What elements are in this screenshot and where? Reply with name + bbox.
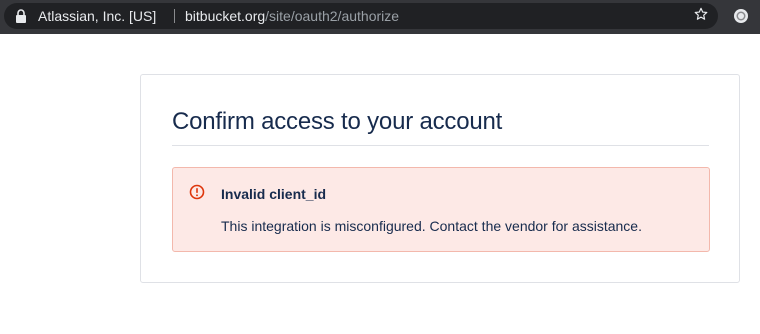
profile-icon[interactable] [733, 8, 749, 24]
url-host: bitbucket.org [185, 8, 266, 24]
error-icon [189, 184, 205, 200]
address-bar[interactable]: Atlassian, Inc. [US] bitbucket.org/site/… [4, 3, 718, 29]
page-title: Confirm access to your account [172, 108, 503, 135]
browser-toolbar: Atlassian, Inc. [US] bitbucket.org/site/… [0, 0, 760, 34]
url-text[interactable]: bitbucket.org/site/oauth2/authorize [185, 8, 399, 24]
title-divider [172, 145, 709, 146]
error-message: This integration is misconfigured. Conta… [221, 218, 642, 234]
lock-icon[interactable] [15, 9, 27, 23]
url-path: /site/oauth2/authorize [265, 8, 400, 24]
certificate-owner[interactable]: Atlassian, Inc. [US] [38, 8, 156, 24]
authorize-card: Confirm access to your account Invalid c… [140, 74, 740, 283]
omnibox-divider [174, 9, 175, 23]
error-title: Invalid client_id [221, 186, 327, 202]
error-banner: Invalid client_id This integration is mi… [172, 167, 710, 252]
star-icon[interactable] [693, 6, 709, 22]
